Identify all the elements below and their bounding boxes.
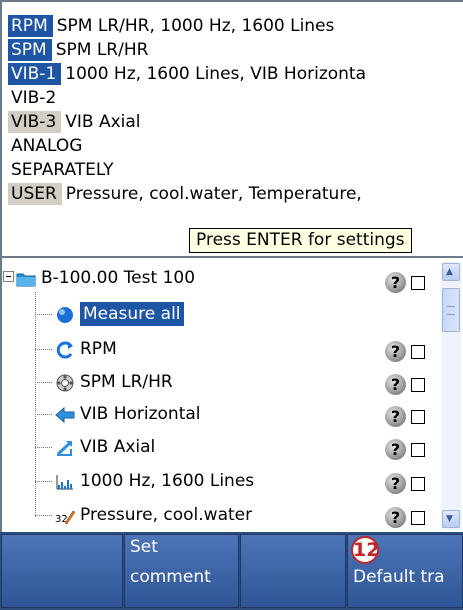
technology-list: RPM SPM LR/HR, 1000 Hz, 1600 Lines SPM SPM… bbox=[8, 14, 463, 206]
tech-tag-vib-3[interactable]: VIB-3 bbox=[8, 111, 62, 133]
set-comment-label-line1: Set bbox=[130, 537, 158, 557]
tree-node-spectrum[interactable]: 1000 Hz, 1600 Lines bbox=[55, 467, 254, 495]
tree-connector bbox=[35, 447, 52, 448]
panel-divider bbox=[0, 256, 463, 258]
tech-row-analog[interactable]: ANALOG bbox=[8, 134, 463, 158]
tech-desc-spm: SPM LR/HR bbox=[55, 40, 149, 60]
unknown-status-icon: ? bbox=[385, 473, 406, 494]
scroll-thumb[interactable] bbox=[442, 288, 460, 332]
scroll-up-button[interactable]: ▲ bbox=[442, 263, 460, 281]
status-indicator: ? bbox=[385, 339, 431, 363]
set-comment-label-line2: comment bbox=[130, 567, 211, 587]
measure-all-icon bbox=[55, 305, 75, 323]
tech-desc-vib-3: VIB Axial bbox=[65, 112, 141, 132]
rpm-icon bbox=[55, 340, 75, 359]
unknown-status-icon: ? bbox=[385, 374, 406, 395]
unknown-status-icon: ? bbox=[385, 341, 406, 362]
tree-connector bbox=[35, 292, 36, 517]
function-button-1-sublabel bbox=[7, 561, 117, 567]
tech-row-user[interactable]: USER Pressure, cool.water, Temperature, bbox=[8, 182, 463, 206]
status-indicator: ? bbox=[385, 404, 431, 428]
function-button-3-sublabel bbox=[246, 561, 340, 567]
unknown-status-icon: ? bbox=[385, 406, 406, 427]
tree-node-label: B-100.00 Test 100 bbox=[41, 268, 196, 288]
tree-connector bbox=[35, 314, 52, 315]
tree-node-measure-all[interactable]: Measure all bbox=[55, 300, 184, 328]
tree-node-label: Pressure, cool.water bbox=[80, 505, 253, 525]
chevron-up-icon: ▲ bbox=[446, 267, 453, 277]
tree-connector bbox=[35, 349, 52, 350]
status-indicator: ? bbox=[385, 372, 431, 396]
status-indicator: ? bbox=[385, 437, 431, 461]
spm-bearing-icon bbox=[55, 373, 75, 392]
tree-node-label: VIB Horizontal bbox=[80, 404, 201, 424]
tree-node-spm[interactable]: SPM LR/HR bbox=[55, 368, 173, 396]
function-bar: Set comment Default tra bbox=[0, 532, 463, 610]
tech-row-rpm[interactable]: RPM SPM LR/HR, 1000 Hz, 1600 Lines bbox=[8, 14, 463, 38]
tree-node-rpm[interactable]: RPM bbox=[55, 335, 117, 363]
function-button-3[interactable] bbox=[240, 534, 346, 608]
tree-scrollbar[interactable]: ▲ ▼ bbox=[441, 262, 461, 530]
tech-row-vib-1[interactable]: VIB-1 1000 Hz, 1600 Lines, VIB Horizonta bbox=[8, 62, 463, 86]
tech-row-vib-3[interactable]: VIB-3 VIB Axial bbox=[8, 110, 463, 134]
tree-node-vib-axial[interactable]: VIB Axial bbox=[55, 433, 155, 461]
tree-node-vib-horizontal[interactable]: VIB Horizontal bbox=[55, 400, 201, 428]
tech-row-spm[interactable]: SPM SPM LR/HR bbox=[8, 38, 463, 62]
tech-tag-user[interactable]: USER bbox=[8, 183, 62, 205]
spectrum-icon bbox=[55, 472, 75, 490]
vib-axial-icon bbox=[55, 438, 75, 456]
node-checkbox[interactable] bbox=[411, 511, 425, 525]
tree-connector bbox=[35, 481, 52, 482]
node-checkbox[interactable] bbox=[411, 378, 425, 392]
tech-tag-rpm[interactable]: RPM bbox=[8, 15, 53, 37]
node-checkbox[interactable] bbox=[411, 410, 425, 424]
tree-connector bbox=[35, 414, 52, 415]
tree-connector bbox=[35, 382, 52, 383]
tech-tag-analog[interactable]: ANALOG bbox=[8, 135, 87, 157]
tree-node-label: VIB Axial bbox=[80, 437, 156, 457]
status-indicator: ? bbox=[385, 270, 431, 294]
tech-row-vib-2[interactable]: VIB-2 bbox=[8, 86, 463, 110]
tech-tag-spm[interactable]: SPM bbox=[8, 39, 52, 61]
node-checkbox[interactable] bbox=[411, 345, 425, 359]
tree-node-label: 1000 Hz, 1600 Lines bbox=[80, 471, 255, 491]
tree-node-pressure[interactable]: 32 Pressure, cool.water bbox=[55, 501, 252, 529]
tree-node-label: SPM LR/HR bbox=[80, 372, 173, 392]
node-checkbox[interactable] bbox=[411, 477, 425, 491]
settings-tooltip: Press ENTER for settings bbox=[189, 228, 412, 253]
node-checkbox[interactable] bbox=[411, 443, 425, 457]
tech-tag-vib-2[interactable]: VIB-2 bbox=[8, 87, 61, 109]
tech-tag-vib-1[interactable]: VIB-1 bbox=[8, 63, 62, 85]
step-number-badge: 12 bbox=[351, 536, 379, 564]
tree-node-root[interactable]: B-100.00 Test 100 bbox=[16, 264, 195, 292]
scroll-down-button[interactable]: ▼ bbox=[442, 510, 460, 528]
status-indicator: ? bbox=[385, 505, 431, 529]
node-checkbox[interactable] bbox=[411, 276, 425, 290]
unknown-status-icon: ? bbox=[385, 507, 406, 528]
tech-desc-user: Pressure, cool.water, Temperature, bbox=[65, 184, 362, 204]
tech-tag-separately[interactable]: SEPARATELY bbox=[8, 159, 118, 181]
status-indicator: ? bbox=[385, 471, 431, 495]
unknown-status-icon: ? bbox=[385, 272, 406, 293]
function-button-1[interactable] bbox=[1, 534, 123, 608]
function-button-1-label bbox=[7, 537, 117, 561]
pressure-icon: 32 bbox=[55, 506, 76, 525]
tech-row-separately[interactable]: SEPARATELY bbox=[8, 158, 463, 182]
set-comment-button[interactable]: Set comment bbox=[124, 534, 239, 608]
tech-desc-rpm: SPM LR/HR, 1000 Hz, 1600 Lines bbox=[56, 16, 335, 36]
tech-desc-vib-1: 1000 Hz, 1600 Lines, VIB Horizonta bbox=[65, 64, 366, 84]
machine-tree: B-100.00 Test 100 ? Measure all RPM ? SP… bbox=[0, 262, 441, 530]
tree-node-label: RPM bbox=[80, 339, 117, 359]
chevron-down-icon: ▼ bbox=[446, 514, 453, 524]
vib-horizontal-icon bbox=[55, 405, 75, 424]
collapse-toggle[interactable] bbox=[3, 271, 14, 282]
folder-icon bbox=[16, 269, 36, 287]
unknown-status-icon: ? bbox=[385, 439, 406, 460]
tree-connector bbox=[35, 515, 52, 516]
tree-node-label: Measure all bbox=[80, 302, 184, 326]
function-button-3-label bbox=[246, 537, 340, 561]
default-tra-label-line2: Default tra bbox=[353, 567, 445, 587]
